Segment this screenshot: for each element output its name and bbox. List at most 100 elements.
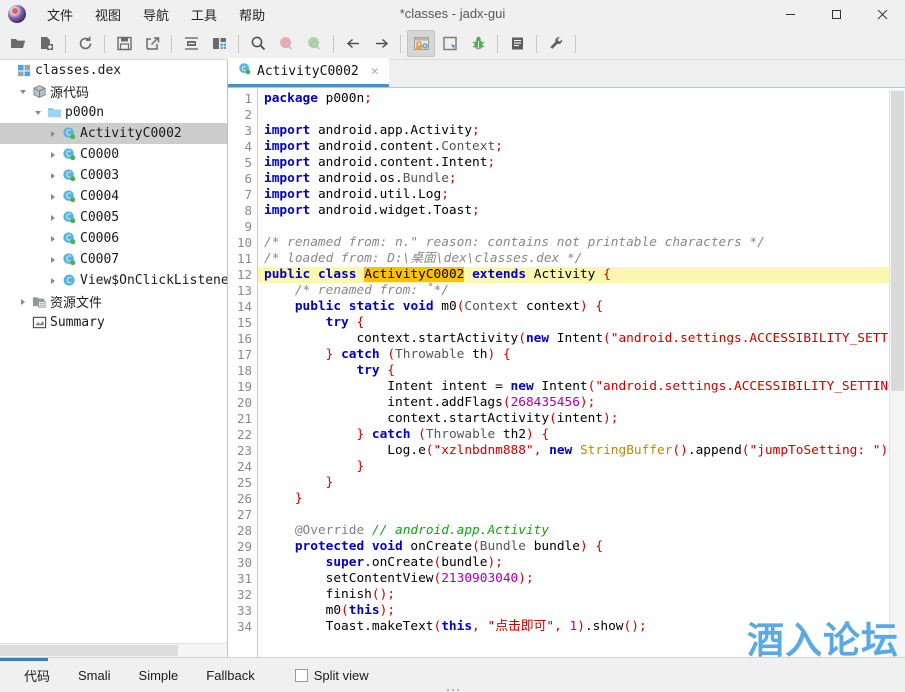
code-line: public static void m0(Context context) { (258, 299, 889, 315)
tree-node-label: 源代码 (50, 82, 89, 101)
tree-node-viewonclicklistene[interactable]: CView$OnClickListene (0, 270, 227, 291)
bottom-tab-simple[interactable]: Simple (125, 663, 193, 688)
code-line: Toast.makeText(this, "点击即可", 1).show(); (258, 619, 889, 635)
close-button[interactable] (859, 0, 905, 28)
tree-node-activityc0002[interactable]: CActivityC0002 (0, 123, 227, 144)
menu-tools[interactable]: 工具 (180, 1, 228, 28)
code-line: import android.content.Intent; (258, 155, 889, 171)
code-scrollbar-thumb[interactable] (891, 91, 904, 391)
tree-node-label: C0007 (80, 252, 119, 267)
code-line: } catch (Throwable th2) { (258, 427, 889, 443)
line-number: 13 (228, 283, 252, 299)
back-arrow-icon[interactable] (340, 31, 366, 56)
bottom-tab-smali[interactable]: Smali (64, 663, 125, 688)
editor-tab-activityc0002[interactable]: C ActivityC0002 ✕ (228, 58, 389, 87)
chevron-right-icon[interactable] (45, 215, 60, 221)
search-icon[interactable] (245, 31, 271, 56)
chevron-right-icon[interactable] (45, 152, 60, 158)
chevron-down-icon[interactable] (30, 111, 45, 115)
toolbar-separator (333, 35, 334, 53)
tree-node-summary[interactable]: Summary (0, 312, 227, 333)
code-line: finish(); (258, 587, 889, 603)
chevron-right-icon[interactable] (45, 194, 60, 200)
chevron-right-icon[interactable] (45, 236, 60, 242)
tree-scrollbar-thumb[interactable] (0, 645, 178, 656)
resize-grip[interactable] (447, 689, 459, 691)
split-view-toggle[interactable]: Split view (295, 668, 369, 683)
line-number: 14 (228, 299, 252, 315)
menu-bar: 文件 视图 导航 工具 帮助 (36, 0, 276, 28)
tree-node-[interactable]: 资源文件 (0, 291, 227, 312)
line-number: 10 (228, 235, 252, 251)
wrench-icon[interactable] (543, 31, 569, 56)
tree-node-c0007[interactable]: CC0007 (0, 249, 227, 270)
line-number: 6 (228, 171, 252, 187)
tree-node-label: ActivityC0002 (80, 126, 182, 141)
menu-view[interactable]: 视图 (84, 1, 132, 28)
add-files-icon[interactable] (33, 31, 59, 56)
maximize-button[interactable] (813, 0, 859, 28)
twisty-arrow (51, 131, 55, 137)
chevron-right-icon[interactable] (45, 278, 60, 284)
menu-help[interactable]: 帮助 (228, 1, 276, 28)
summary-icon (30, 315, 48, 330)
tree-horizontal-scrollbar[interactable] (0, 643, 227, 657)
tree-node-p000n[interactable]: p000n (0, 102, 227, 123)
tree-node-c0005[interactable]: CC0005 (0, 207, 227, 228)
save-icon[interactable] (111, 31, 137, 56)
main-toolbar (0, 28, 905, 60)
twisty-arrow (51, 278, 55, 284)
line-number: 17 (228, 347, 252, 363)
menu-navigation[interactable]: 导航 (132, 1, 180, 28)
tree-node-c0006[interactable]: CC0006 (0, 228, 227, 249)
line-number: 5 (228, 155, 252, 171)
editor-panel: C ActivityC0002 ✕ 1234567891011121314151… (228, 60, 905, 657)
search-forward-icon[interactable] (301, 31, 327, 56)
line-number: 34 (228, 619, 252, 635)
line-number: 2 (228, 107, 252, 123)
reload-icon[interactable] (72, 31, 98, 56)
line-number: 31 (228, 571, 252, 587)
bottom-tab-fallback[interactable]: Fallback (192, 663, 268, 688)
chevron-right-icon[interactable] (15, 299, 30, 305)
debug-bug-icon[interactable] (465, 31, 491, 56)
tree-node-c0003[interactable]: CC0003 (0, 165, 227, 186)
sync-icon[interactable] (178, 31, 204, 56)
bottom-tabbar: 代码 Smali Simple Fallback Split view (0, 657, 905, 692)
search-backward-icon[interactable] (273, 31, 299, 56)
minimize-button[interactable] (767, 0, 813, 28)
code-view[interactable]: package p000n;import android.app.Activit… (258, 89, 889, 657)
line-number: 3 (228, 123, 252, 139)
chevron-down-icon[interactable] (15, 90, 30, 94)
project-tree[interactable]: classes.dex源代码p000nCActivityC0002CC0000C… (0, 60, 227, 643)
line-number: 32 (228, 587, 252, 603)
chevron-right-icon[interactable] (45, 173, 60, 179)
close-icon[interactable]: ✕ (369, 65, 381, 78)
forward-arrow-icon[interactable] (368, 31, 394, 56)
bottom-tab-code[interactable]: 代码 (10, 661, 64, 690)
toolbar-separator (171, 35, 172, 53)
tree-node-c0000[interactable]: CC0000 (0, 144, 227, 165)
tree-node-[interactable]: 源代码 (0, 81, 227, 102)
line-number: 29 (228, 539, 252, 555)
tree-node-classesdex[interactable]: classes.dex (0, 60, 227, 81)
chevron-right-icon[interactable] (45, 257, 60, 263)
code-vertical-scrollbar[interactable] (889, 89, 905, 657)
code-line (258, 507, 889, 523)
export-icon[interactable] (139, 31, 165, 56)
tree-node-c0004[interactable]: CC0004 (0, 186, 227, 207)
log-icon[interactable] (504, 31, 530, 56)
menu-file[interactable]: 文件 (36, 1, 84, 28)
code-line: import android.app.Activity; (258, 123, 889, 139)
code-line: import android.content.Context; (258, 139, 889, 155)
toolbar-separator (238, 35, 239, 53)
select-window-icon[interactable] (437, 31, 463, 56)
code-line: try { (258, 315, 889, 331)
preferences-icon[interactable] (407, 30, 435, 57)
deobfuscation-icon[interactable] (206, 31, 232, 56)
open-folder-icon[interactable] (5, 31, 31, 56)
chevron-right-icon[interactable] (45, 131, 60, 137)
line-number-gutter: 1234567891011121314151617181920212223242… (228, 89, 258, 657)
split-view-checkbox[interactable] (295, 669, 308, 682)
tree-node-label: C0003 (80, 168, 119, 183)
